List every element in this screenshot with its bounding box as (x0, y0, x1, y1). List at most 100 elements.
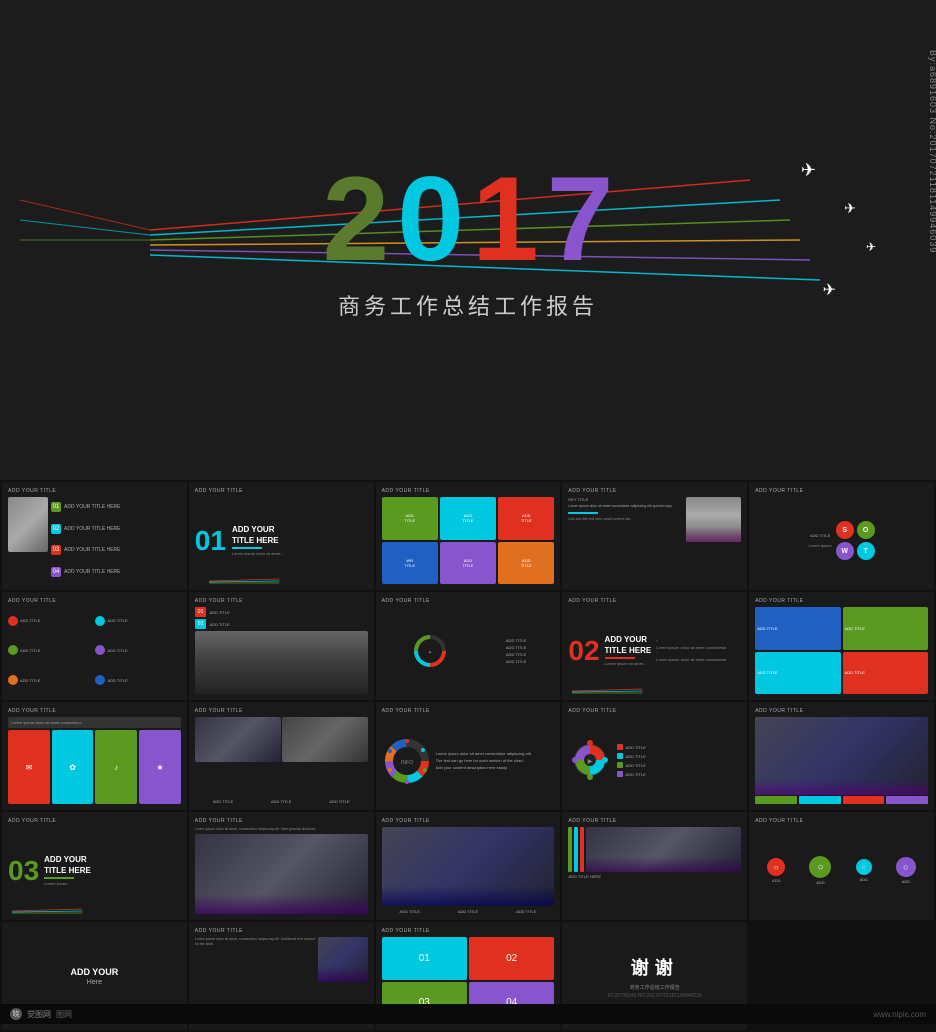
thumb-16-bignum: 03 (8, 857, 39, 885)
thumb-17: ADD YOUR TITLE Lorem ipsum dolor sit ame… (189, 812, 374, 920)
thumb-9-bignum: 02 (568, 637, 599, 665)
thumb-9-label2: TITLE HERE (605, 646, 652, 655)
thumb-3-block-3: ADDTITLE (498, 497, 554, 540)
thumb-19-bars (568, 827, 741, 872)
svg-text:✦: ✦ (428, 650, 432, 656)
thumb-15-title: ADD YOUR TITLE (755, 708, 928, 714)
thumb-1-label-4: ADD YOUR TITLE HERE (64, 569, 121, 575)
thumb-1-num-4: 04 (51, 567, 61, 577)
thumb-7: ADD YOUR TITLE 01 ADD TITLE 02 ADD TITLE (189, 592, 374, 700)
swot-o: O (857, 521, 875, 539)
thumb-14-pie: ▶ (568, 738, 613, 783)
thumb-18-title: ADD YOUR TITLE (382, 818, 555, 824)
thumb-3: ADD YOUR TITLE ADDTITLE ADDTITLE ADDTITL… (376, 482, 561, 590)
thumb-24-sub: 商务工作总结工作报告 (630, 984, 680, 991)
thumb-2-lines (189, 577, 374, 585)
thumb-20-title: ADD YOUR TITLE (755, 818, 928, 824)
thumb-3-block-4: WRTITLE (382, 542, 438, 585)
thumb-12-photo-1 (195, 717, 281, 762)
thumb-17-photo (195, 834, 368, 914)
thumb-12: ADD YOUR TITLE ADD TITLE ADD TITLE ADD T… (189, 702, 374, 810)
thumb-5-title: ADD YOUR TITLE (755, 488, 928, 494)
thumb-13-ring-chart: INFO (382, 736, 432, 786)
thumb-5-add: ADD TITLE (810, 533, 830, 538)
thumb-16-label2: TITLE HERE (44, 866, 91, 875)
thumb-20-bubble-4: ○ ADD (896, 857, 916, 884)
thumb-9-desc: Lorem ipsum sit amet... (605, 661, 652, 666)
thumb-7-title: ADD YOUR TITLE (195, 598, 368, 604)
thumb-6-item-2: ADD TITLE (95, 607, 180, 635)
swot-s: S (836, 521, 854, 539)
hero-subtitle: 商务工作总结工作报告 (338, 289, 598, 321)
thumb-1-item-2: 02 ADD YOUR TITLE HERE (51, 524, 181, 534)
thumb-16-lines (2, 907, 187, 915)
thumb-18-photo (382, 827, 555, 906)
thumb-2-desc: Lorem ipsum dolor sit amet... (232, 551, 284, 556)
thumb-15-color-bars (755, 796, 928, 804)
thumb-22-photo (318, 937, 368, 982)
thumb-21-here: Here (87, 979, 102, 986)
thumb-18-labels: ADD TITLE ADD TITLE ADD TITLE (382, 907, 555, 914)
thumb-14-labels: ADD TITLE ADD TITLE ADD TITLE ADD TITLE (617, 744, 741, 777)
thumb-13: ADD YOUR TITLE INFO Lor (376, 702, 561, 810)
thumb-16-title: ADD YOUR TITLE (8, 818, 181, 824)
thumb-19-title: ADD YOUR TITLE (568, 818, 741, 824)
thumb-16-desc: Lorem ipsum... (44, 881, 91, 886)
thumb-1-item-4: 04 ADD YOUR TITLE HERE (51, 567, 181, 577)
thumb-1-label-1: ADD YOUR TITLE HERE (64, 504, 121, 510)
thumb-9: ADD YOUR TITLE 02 ADD YOUR TITLE HERE Lo… (562, 592, 747, 700)
thumb-8-title: ADD YOUR TITLE (382, 598, 555, 604)
thumb-2-label: ADD YOUR (232, 525, 284, 534)
thumb-14-title: ADD YOUR TITLE (568, 708, 741, 714)
thumb-23-block-1: 01 (382, 937, 467, 980)
thumb-20-bubble-3: ○ ADD (856, 859, 872, 882)
thumb-15-photo (755, 717, 928, 795)
thumb-22-title: ADD YOUR TITLE (195, 928, 368, 934)
year-digit-0: 0 (397, 159, 464, 279)
thumb-8-circle-diagram: ✦ (410, 631, 450, 671)
thumb-3-block-6: ADDTITLE (498, 542, 554, 585)
thumb-3-block-5: ADDTITLE (440, 542, 496, 585)
thumb-2-bignum: 01 (195, 527, 226, 555)
thumb-7-photo (195, 631, 368, 694)
svg-text:▶: ▶ (588, 759, 593, 765)
hero-slide: ✈ ✈ ✈ ✈ 2 0 1 7 商务工作总结工作报告 By:a6891603 N… (0, 0, 936, 480)
thumb-9-quotes: " Lorem ipsum dolor sit amet consectetur… (656, 639, 741, 662)
right-watermark: By:a6891603 No:20170721181149946039 (928, 50, 936, 253)
thumb-1-title: ADD YOUR TITLE (8, 488, 181, 494)
thumb-3-block-1: ADDTITLE (382, 497, 438, 540)
thumb-1: ADD YOUR TITLE 01 ADD YOUR TITLE HERE 02… (2, 482, 187, 590)
bottom-bar: 晓 觉图网 图网 www.nipic.com (0, 1004, 936, 1024)
swot-w: W (836, 542, 854, 560)
thumb-1-item-3: 03 ADD YOUR TITLE HERE (51, 545, 181, 555)
thumb-19-photo (586, 827, 741, 872)
thumb-4-sub: Add sub title text here small content in… (568, 517, 683, 521)
thumb-13-title: ADD YOUR TITLE (382, 708, 555, 714)
thumb-6-item-5: ADD TITLE (8, 666, 93, 694)
thumb-6-item-6: ADD TITLE (95, 666, 180, 694)
thumb-11-red: ✉ (8, 730, 50, 804)
thumb-21-add-your: ADD YOUR (70, 967, 118, 977)
thumb-4-title: ADD YOUR TITLE (568, 488, 741, 494)
thumb-23-block-2: 02 (469, 937, 554, 980)
thumb-11-title: ADD YOUR TITLE (8, 708, 181, 714)
thumb-5-text: Lorem ipsum (809, 543, 832, 548)
thumb-12-title: ADD YOUR TITLE (195, 708, 368, 714)
thumb-4-photo (686, 497, 741, 542)
thumb-1-num-2: 02 (51, 524, 61, 534)
thumb-23-title: ADD YOUR TITLE (382, 928, 555, 934)
thumb-1-num-1: 01 (51, 502, 61, 512)
thumb-7-row-2: 02 ADD TITLE (195, 619, 368, 629)
thumb-6-item-1: ADD TITLE (8, 607, 93, 635)
thumb-2: ADD YOUR TITLE 01 ADD YOUR TITLE HERE Lo… (189, 482, 374, 590)
thumb-9-title: ADD YOUR TITLE (568, 598, 741, 604)
year-digit-7: 7 (547, 159, 614, 279)
plane-icon-4: ✈ (823, 280, 836, 300)
thumb-10: ADD YOUR TITLE ADD TITLE ADD TITLE ADD T… (749, 592, 934, 700)
huitu-logo: 晓 觉图网 图网 (10, 1008, 72, 1020)
thumb-1-label-3: ADD YOUR TITLE HERE (64, 547, 121, 553)
thumb-10-block-2: ADD TITLE (843, 607, 928, 650)
svg-text:INFO: INFO (401, 760, 413, 766)
thumb-8-labels: ADD TITLE ADD TITLE ADD TITLE ADD TITLE (506, 638, 526, 664)
plane-icon-1: ✈ (801, 160, 816, 181)
